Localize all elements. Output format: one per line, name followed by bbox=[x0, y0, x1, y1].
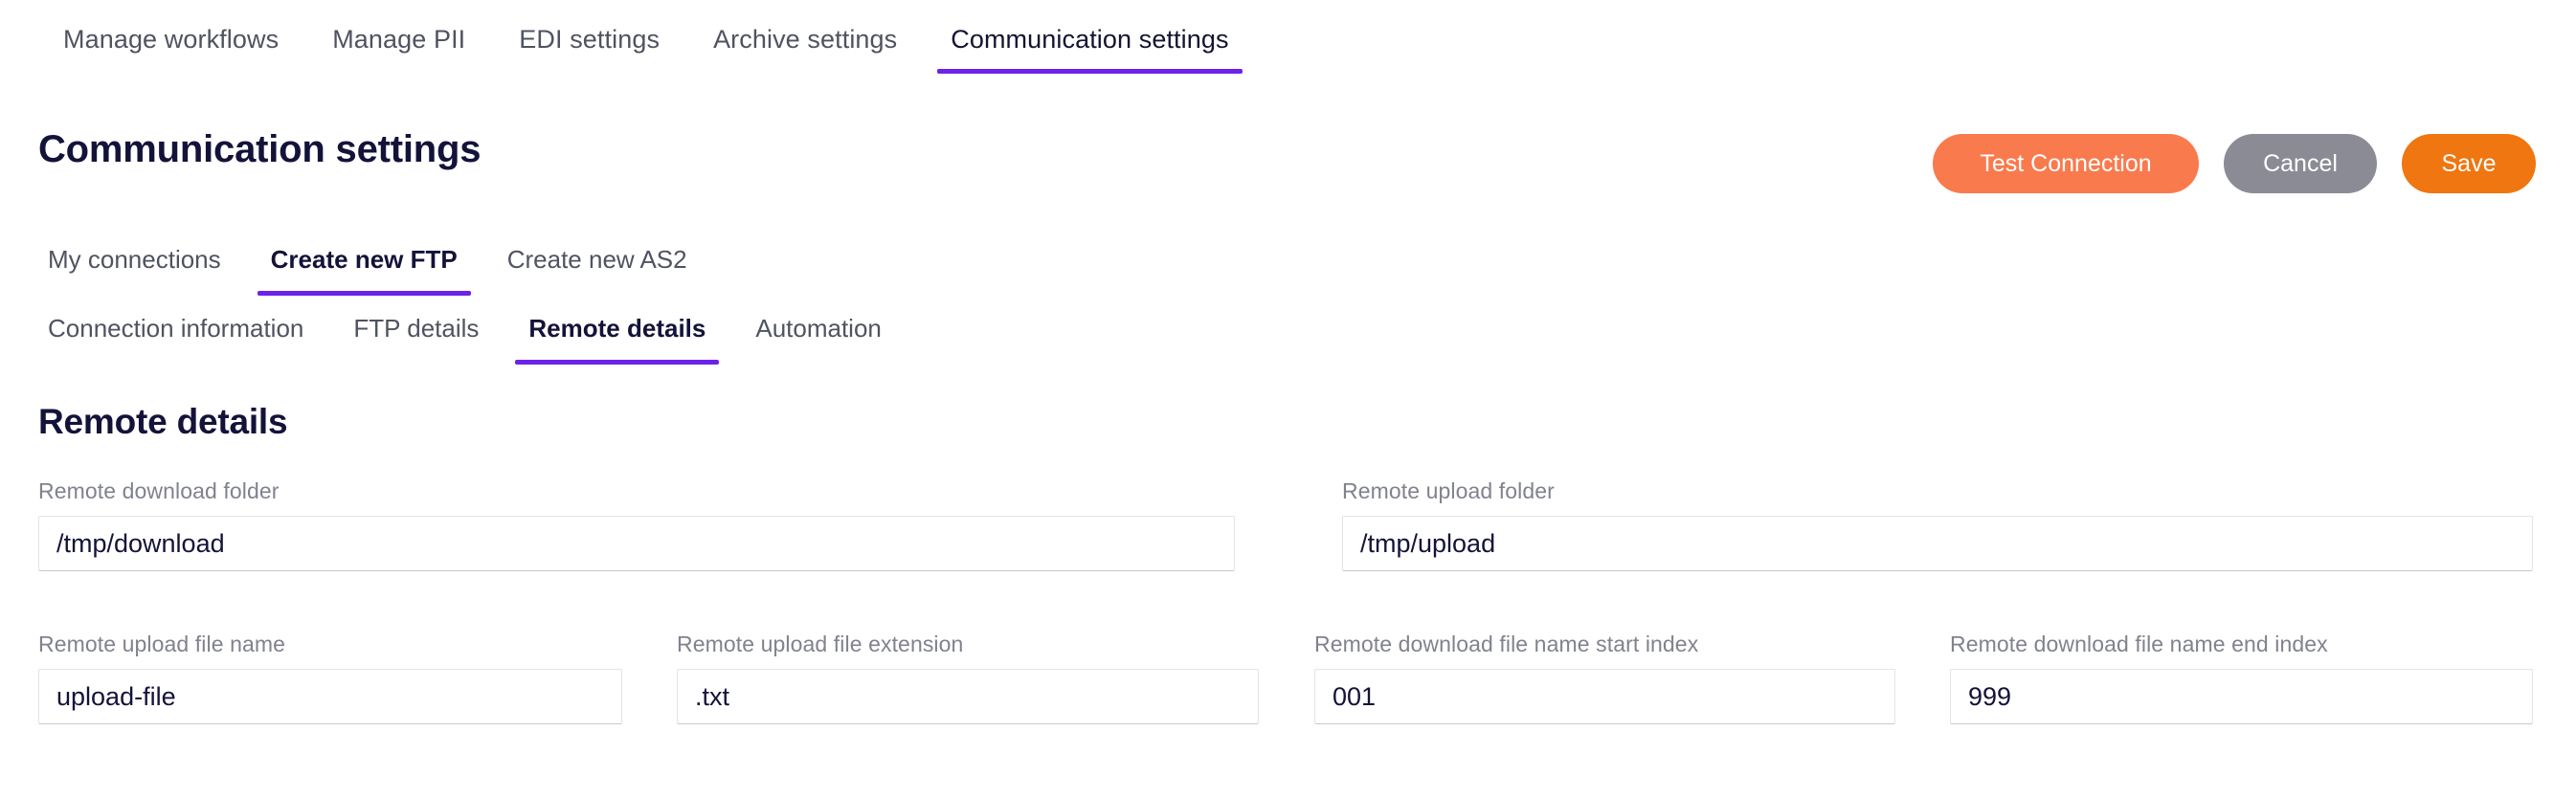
section-tab-bar: Connection information FTP details Remot… bbox=[0, 306, 907, 365]
remote-download-folder-input[interactable] bbox=[38, 516, 1235, 571]
tab-manage-workflows[interactable]: Manage workflows bbox=[36, 0, 305, 74]
remote-upload-file-name-input[interactable] bbox=[38, 669, 622, 724]
tab-label: Manage PII bbox=[332, 25, 466, 54]
page-title: Communication settings bbox=[38, 128, 482, 170]
subtab-my-connections[interactable]: My connections bbox=[23, 237, 246, 296]
tab-label: EDI settings bbox=[519, 25, 661, 54]
field-label: Remote download file name end index bbox=[1950, 632, 2328, 656]
sectiontab-label: Connection information bbox=[48, 314, 304, 343]
field-remote-upload-folder: Remote upload folder bbox=[1342, 478, 2533, 571]
field-label: Remote download folder bbox=[38, 478, 280, 503]
tab-manage-pii[interactable]: Manage PII bbox=[305, 0, 492, 74]
field-label: Remote download file name start index bbox=[1314, 632, 1699, 656]
field-remote-upload-file-extension: Remote upload file extension bbox=[677, 632, 1259, 724]
section-title: Remote details bbox=[38, 402, 288, 441]
header-actions: Test Connection Cancel Save bbox=[1933, 134, 2536, 193]
tab-edi-settings[interactable]: EDI settings bbox=[492, 0, 686, 74]
subtab-label: Create new AS2 bbox=[506, 245, 687, 274]
tab-label: Manage workflows bbox=[63, 25, 280, 54]
connection-tab-bar: My connections Create new FTP Create new… bbox=[0, 237, 712, 296]
sectiontab-ftp-details[interactable]: FTP details bbox=[328, 306, 504, 365]
sectiontab-remote-details[interactable]: Remote details bbox=[504, 306, 730, 365]
tab-label: Archive settings bbox=[713, 25, 898, 54]
field-remote-download-file-name-end-index: Remote download file name end index bbox=[1950, 632, 2533, 724]
tab-communication-settings[interactable]: Communication settings bbox=[924, 0, 1255, 74]
test-connection-button[interactable]: Test Connection bbox=[1933, 134, 2199, 193]
communication-settings-page: Manage workflows Manage PII EDI settings… bbox=[0, 0, 2576, 798]
field-remote-download-folder: Remote download folder bbox=[38, 478, 1235, 571]
field-label: Remote upload folder bbox=[1342, 478, 1555, 503]
sectiontab-label: Remote details bbox=[528, 314, 706, 343]
subtab-create-new-ftp[interactable]: Create new FTP bbox=[246, 237, 482, 296]
subtab-create-new-as2[interactable]: Create new AS2 bbox=[482, 237, 712, 296]
sectiontab-label: FTP details bbox=[353, 314, 480, 343]
field-label: Remote upload file extension bbox=[677, 632, 964, 656]
tab-label: Communication settings bbox=[951, 25, 1229, 54]
remote-upload-folder-input[interactable] bbox=[1342, 516, 2533, 571]
sectiontab-automation[interactable]: Automation bbox=[730, 306, 907, 365]
remote-download-file-name-end-index-input[interactable] bbox=[1950, 669, 2533, 724]
page-header: Communication settings Test Connection C… bbox=[0, 124, 2576, 197]
field-remote-upload-file-name: Remote upload file name bbox=[38, 632, 622, 724]
remote-upload-file-extension-input[interactable] bbox=[677, 669, 1259, 724]
field-remote-download-file-name-start-index: Remote download file name start index bbox=[1314, 632, 1895, 724]
sectiontab-label: Automation bbox=[755, 314, 882, 343]
cancel-button[interactable]: Cancel bbox=[2224, 134, 2377, 193]
primary-tab-bar: Manage workflows Manage PII EDI settings… bbox=[0, 0, 2576, 77]
sectiontab-connection-information[interactable]: Connection information bbox=[23, 306, 328, 365]
subtab-label: My connections bbox=[48, 245, 221, 274]
field-label: Remote upload file name bbox=[38, 632, 286, 656]
save-button[interactable]: Save bbox=[2402, 134, 2536, 193]
subtab-label: Create new FTP bbox=[270, 245, 458, 274]
tab-archive-settings[interactable]: Archive settings bbox=[686, 0, 924, 74]
remote-download-file-name-start-index-input[interactable] bbox=[1314, 669, 1895, 724]
